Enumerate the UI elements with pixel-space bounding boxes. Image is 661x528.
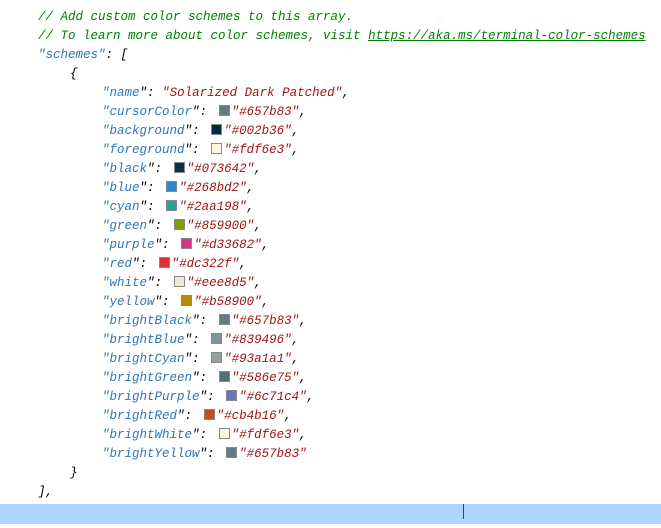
color-swatch	[211, 352, 222, 363]
json-line: "brightBlue": "#839496",	[10, 331, 651, 350]
json-line: "brightYellow": "#657b83"	[10, 445, 651, 464]
json-line: "white": "#eee8d5",	[10, 274, 651, 293]
json-line: "brightBlack": "#657b83",	[10, 312, 651, 331]
json-line: "name": "Solarized Dark Patched",	[10, 84, 651, 103]
json-line: "schemes": [	[10, 46, 651, 65]
json-line: "brightRed": "#cb4b16",	[10, 407, 651, 426]
json-line: "cyan": "#2aa198",	[10, 198, 651, 217]
color-swatch	[166, 200, 177, 211]
color-swatch	[219, 371, 230, 382]
color-swatch	[181, 295, 192, 306]
json-line: "brightPurple": "#6c71c4",	[10, 388, 651, 407]
json-line: "brightWhite": "#fdf6e3",	[10, 426, 651, 445]
color-swatch	[219, 105, 230, 116]
color-swatch	[204, 409, 215, 420]
json-line: "purple": "#d33682",	[10, 236, 651, 255]
color-swatch	[226, 390, 237, 401]
color-swatch	[211, 143, 222, 154]
color-swatch	[174, 219, 185, 230]
color-swatch	[226, 447, 237, 458]
json-line: "yellow": "#b58900",	[10, 293, 651, 312]
color-swatch	[211, 124, 222, 135]
color-swatch	[211, 333, 222, 344]
color-swatch	[159, 257, 170, 268]
comment-line: // To learn more about color schemes, vi…	[10, 27, 651, 46]
text-cursor	[463, 504, 464, 519]
color-swatch	[166, 181, 177, 192]
json-line: "blue": "#268bd2",	[10, 179, 651, 198]
json-line: "brightGreen": "#586e75",	[10, 369, 651, 388]
json-line: "brightCyan": "#93a1a1",	[10, 350, 651, 369]
color-swatch	[174, 162, 185, 173]
json-line: ],	[10, 483, 651, 502]
link-url[interactable]: https://aka.ms/terminal-color-schemes	[368, 29, 646, 43]
color-swatch	[219, 314, 230, 325]
json-line: "green": "#859900",	[10, 217, 651, 236]
current-line-highlight	[0, 504, 661, 524]
color-swatch	[181, 238, 192, 249]
color-swatch	[174, 276, 185, 287]
json-line: "red": "#dc322f",	[10, 255, 651, 274]
comment-line: // Add custom color schemes to this arra…	[10, 8, 651, 27]
color-swatch	[219, 428, 230, 439]
json-line: }	[10, 464, 651, 483]
json-line: {	[10, 65, 651, 84]
json-line: "cursorColor": "#657b83",	[10, 103, 651, 122]
json-line: "foreground": "#fdf6e3",	[10, 141, 651, 160]
json-line: "background": "#002b36",	[10, 122, 651, 141]
json-line: "black": "#073642",	[10, 160, 651, 179]
